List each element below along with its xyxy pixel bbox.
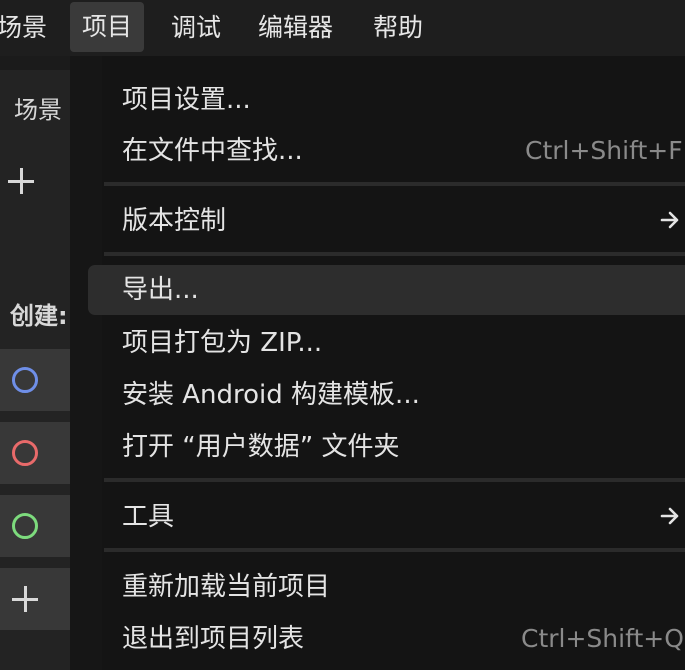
add-scene-icon[interactable] bbox=[8, 168, 34, 194]
menu-debug[interactable]: 调试 bbox=[171, 0, 221, 56]
menu-scene[interactable]: 场景 bbox=[0, 0, 47, 56]
menu-separator bbox=[104, 182, 685, 186]
control-icon bbox=[12, 513, 38, 539]
menubar: 场景 项目 调试 编辑器 帮助 bbox=[0, 0, 685, 56]
project-menu-content: 项目设置... 在文件中查找... Ctrl+Shift+F 版本控制 导出..… bbox=[88, 56, 685, 670]
menu-separator bbox=[104, 478, 685, 482]
submenu-arrow-icon bbox=[660, 507, 679, 525]
scene-tab[interactable]: 场景 bbox=[14, 90, 62, 125]
menu-item-label: 退出到项目列表 bbox=[122, 624, 305, 654]
shortcut-label: Ctrl+Shift+Q bbox=[521, 624, 684, 653]
menu-item-label: 版本控制 bbox=[122, 206, 227, 236]
menu-item-open-user-data[interactable]: 打开 “用户数据” 文件夹 bbox=[102, 422, 685, 472]
node3d-icon bbox=[12, 440, 38, 466]
other-node-button[interactable] bbox=[0, 568, 70, 630]
menu-project[interactable]: 项目 bbox=[70, 2, 145, 52]
menu-item-label: 安装 Android 构建模板... bbox=[122, 380, 420, 410]
menu-item-install-android-template[interactable]: 安装 Android 构建模板... bbox=[102, 370, 685, 420]
shortcut-label: Ctrl+Shift+F bbox=[525, 136, 683, 165]
menu-separator bbox=[104, 548, 685, 552]
menu-item-label: 重新加载当前项目 bbox=[122, 572, 331, 602]
menu-item-export[interactable]: 导出... bbox=[88, 265, 685, 315]
menu-item-pack-zip[interactable]: 项目打包为 ZIP... bbox=[102, 318, 685, 368]
menu-item-reload-project[interactable]: 重新加载当前项目 bbox=[102, 562, 685, 612]
menu-item-quit-to-project-list[interactable]: 退出到项目列表 Ctrl+Shift+Q bbox=[102, 614, 685, 664]
menu-editor[interactable]: 编辑器 bbox=[258, 0, 333, 56]
menu-item-label: 打开 “用户数据” 文件夹 bbox=[122, 432, 400, 462]
create-ui-button[interactable] bbox=[0, 495, 70, 557]
menu-item-find-in-files[interactable]: 在文件中查找... Ctrl+Shift+F bbox=[102, 126, 685, 176]
menu-item-version-control[interactable]: 版本控制 bbox=[102, 196, 685, 246]
menu-item-label: 项目打包为 ZIP... bbox=[122, 328, 323, 358]
create-root-label: 创建: bbox=[10, 302, 68, 330]
menu-help[interactable]: 帮助 bbox=[373, 0, 423, 56]
menu-item-label: 工具 bbox=[122, 502, 175, 532]
submenu-arrow-icon bbox=[660, 211, 679, 229]
menu-item-label: 在文件中查找... bbox=[122, 136, 303, 166]
project-menu-popup: 项目设置... 在文件中查找... Ctrl+Shift+F 版本控制 导出..… bbox=[70, 56, 685, 670]
menu-item-label: 项目设置... bbox=[122, 85, 251, 115]
menu-separator bbox=[104, 252, 685, 256]
create-3d-scene-button[interactable] bbox=[0, 422, 70, 484]
node2d-icon bbox=[12, 367, 38, 393]
add-node-icon bbox=[12, 586, 38, 612]
menu-item-project-settings[interactable]: 项目设置... bbox=[102, 75, 685, 125]
create-2d-scene-button[interactable] bbox=[0, 349, 70, 411]
menu-item-label: 导出... bbox=[122, 275, 199, 305]
menu-item-tools[interactable]: 工具 bbox=[102, 492, 685, 542]
